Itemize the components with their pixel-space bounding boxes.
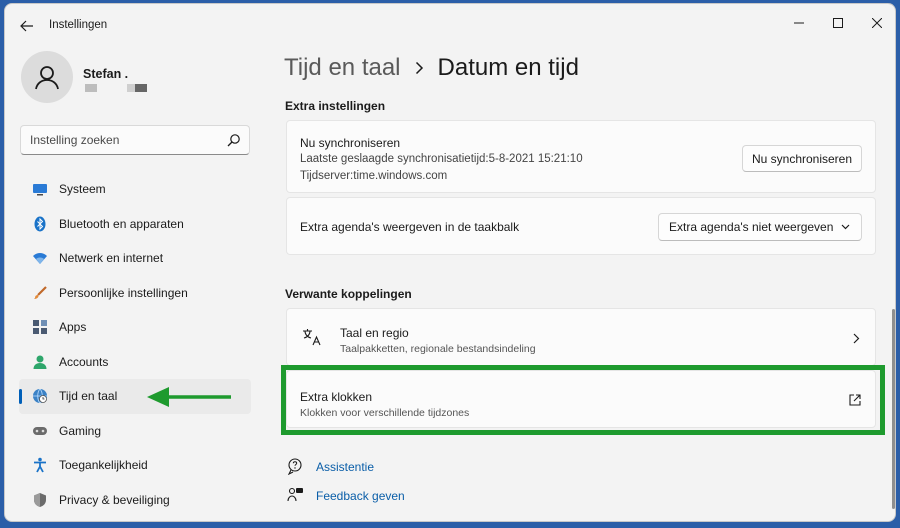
active-indicator xyxy=(19,389,22,404)
arrow-left-annotation-icon xyxy=(147,387,231,407)
title-bar: Instellingen xyxy=(5,4,895,48)
back-button[interactable] xyxy=(15,14,39,38)
help-link-label: Assistentie xyxy=(316,459,375,474)
search-icon[interactable] xyxy=(227,133,241,147)
help-link-feedback[interactable]: Feedback geven xyxy=(287,487,405,504)
sidebar-item-tijd-en-taal[interactable]: Tijd en taal xyxy=(19,379,251,414)
breadcrumb-parent[interactable]: Tijd en taal xyxy=(284,54,401,82)
sidebar-item-label: Bluetooth en apparaten xyxy=(59,216,184,231)
related-item-taal-en-regio[interactable]: Taal en regio Taalpakketten, regionale b… xyxy=(286,308,876,366)
minimize-button[interactable] xyxy=(783,10,815,36)
sidebar-item-apps[interactable]: Apps xyxy=(19,310,251,345)
sidebar-item-label: Privacy & beveiliging xyxy=(59,492,170,507)
bluetooth-icon xyxy=(32,216,48,232)
settings-window: Instellingen Stefan . Systeem Bluetooth … xyxy=(4,3,896,522)
sidebar-item-persoonlijk[interactable]: Persoonlijke instellingen xyxy=(19,276,251,311)
globe-clock-icon xyxy=(32,388,48,404)
page-title: Datum en tijd xyxy=(437,54,579,81)
gamepad-icon xyxy=(32,423,48,439)
maximize-icon xyxy=(833,18,843,28)
chevron-down-icon xyxy=(841,224,850,230)
person-icon xyxy=(32,354,48,370)
section-heading: Verwante koppelingen xyxy=(285,287,412,301)
dropdown-value: Extra agenda's niet weergeven xyxy=(669,220,834,234)
help-link-assistentie[interactable]: Assistentie xyxy=(287,458,374,475)
calendar-dropdown[interactable]: Extra agenda's niet weergeven xyxy=(658,213,862,241)
sync-now-button[interactable]: Nu synchroniseren xyxy=(742,145,862,172)
highlight-annotation xyxy=(281,365,885,435)
close-button[interactable] xyxy=(861,10,893,36)
calendar-card: Extra agenda's weergeven in de taakbalk … xyxy=(286,197,876,255)
chevron-right-icon xyxy=(853,333,860,344)
sync-server: Tijdserver:time.windows.com xyxy=(300,170,448,182)
section-heading: Extra instellingen xyxy=(285,99,386,113)
breadcrumb: Tijd en taal Datum en tijd xyxy=(284,54,579,82)
chevron-right-icon xyxy=(415,61,424,75)
minimize-icon xyxy=(794,22,804,24)
maximize-button[interactable] xyxy=(822,10,854,36)
sidebar-item-label: Toegankelijkheid xyxy=(59,458,148,473)
sidebar-item-gaming[interactable]: Gaming xyxy=(19,414,251,449)
accessibility-icon xyxy=(32,457,48,473)
scrollbar[interactable] xyxy=(892,309,895,509)
sidebar-item-privacy[interactable]: Privacy & beveiliging xyxy=(19,483,251,518)
related-item-subtitle: Taalpakketten, regionale bestandsindelin… xyxy=(340,343,536,355)
sidebar-item-label: Apps xyxy=(59,320,87,335)
sidebar-item-label: Gaming xyxy=(59,423,102,438)
redacted-block xyxy=(85,84,97,92)
sidebar-item-netwerk[interactable]: Netwerk en internet xyxy=(19,241,251,276)
user-name: Stefan . xyxy=(83,67,129,81)
sidebar-item-toegankelijkheid[interactable]: Toegankelijkheid xyxy=(19,448,251,483)
sidebar-item-label: Netwerk en internet xyxy=(59,251,164,266)
sidebar-item-label: Systeem xyxy=(59,182,106,197)
sync-title: Nu synchroniseren xyxy=(300,136,401,150)
user-icon xyxy=(35,66,59,90)
calendar-label: Extra agenda's weergeven in de taakbalk xyxy=(300,220,520,234)
sidebar-item-accounts[interactable]: Accounts xyxy=(19,345,251,380)
language-icon xyxy=(302,328,322,351)
sidebar-item-label: Tijd en taal xyxy=(59,389,118,404)
shield-icon xyxy=(32,492,48,508)
sidebar-nav: Systeem Bluetooth en apparaten Netwerk e… xyxy=(19,172,251,517)
redacted-block xyxy=(127,84,147,92)
apps-icon xyxy=(32,319,48,335)
help-chat-icon xyxy=(287,458,302,475)
close-icon xyxy=(872,18,882,28)
search-input[interactable] xyxy=(30,132,220,148)
wifi-icon xyxy=(32,250,48,266)
sync-last-time: Laatste geslaagde synchronisatietijd:5-8… xyxy=(300,153,583,165)
brush-icon xyxy=(32,285,48,301)
monitor-icon xyxy=(32,181,48,197)
avatar[interactable] xyxy=(21,51,73,103)
sync-card: Nu synchroniseren Laatste geslaagde sync… xyxy=(286,120,876,193)
feedback-icon xyxy=(287,487,303,502)
app-title: Instellingen xyxy=(49,19,108,31)
help-link-label: Feedback geven xyxy=(316,488,405,503)
sidebar-item-systeem[interactable]: Systeem xyxy=(19,172,251,207)
user-email-redacted xyxy=(85,84,147,92)
settings-search xyxy=(20,125,250,155)
sidebar-item-label: Persoonlijke instellingen xyxy=(59,285,188,300)
sidebar-item-label: Accounts xyxy=(59,354,109,369)
related-item-title: Taal en regio xyxy=(340,326,409,340)
arrow-left-icon xyxy=(20,20,33,32)
sidebar-item-bluetooth[interactable]: Bluetooth en apparaten xyxy=(19,207,251,242)
